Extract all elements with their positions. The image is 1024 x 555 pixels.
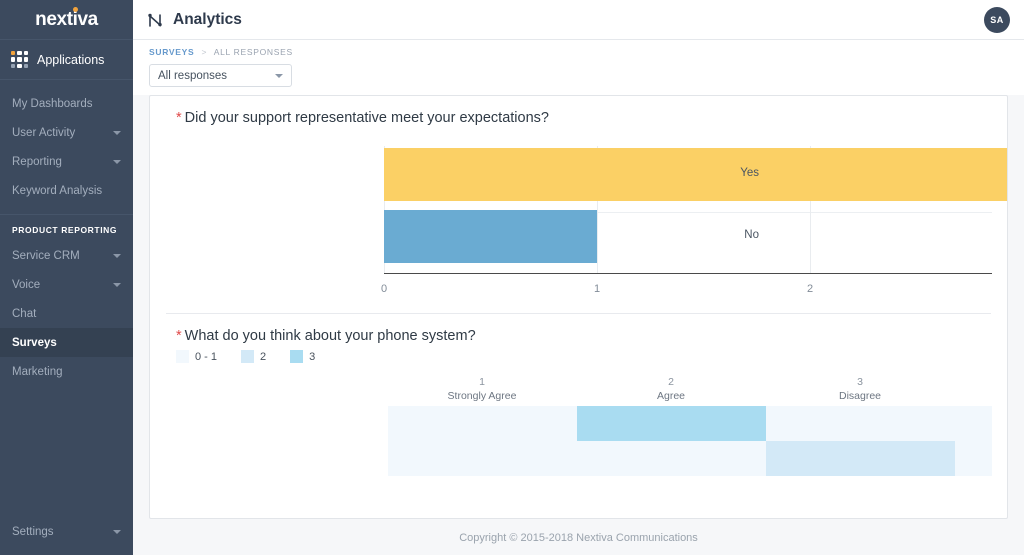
bar-chart-x-axis	[384, 273, 992, 274]
heatmap-legend: 0 - 1 2 3	[150, 350, 1007, 363]
chevron-down-icon	[113, 130, 121, 135]
top-bar: Analytics SA	[133, 0, 1024, 40]
bar-chart-xtick-1: 1	[593, 283, 601, 295]
sidebar-item-voice[interactable]: Voice	[0, 270, 133, 299]
primary-nav: My Dashboards User Activity Reporting Ke…	[0, 89, 133, 205]
sidebar-item-reporting[interactable]: Reporting	[0, 147, 133, 176]
heatmap-col-label: Strongly Agree	[447, 390, 517, 403]
content-area: * Did your support representative meet yo…	[133, 95, 1024, 544]
survey-results-card: * Did your support representative meet yo…	[149, 95, 1008, 519]
bar-chart-ytick-yes: Yes	[740, 167, 759, 179]
heatmap-cell-hate-it-disagree[interactable]	[766, 441, 955, 476]
sidebar-item-chat[interactable]: Chat	[0, 299, 133, 328]
applications-launcher[interactable]: Applications	[0, 40, 133, 80]
bar-chart-plot	[384, 146, 1007, 273]
sidebar-item-label: Reporting	[12, 155, 62, 168]
required-asterisk: *	[176, 328, 182, 344]
legend-swatch-icon	[241, 350, 255, 363]
sidebar-item-label: My Dashboards	[12, 97, 93, 110]
sidebar-item-label: Service CRM	[12, 249, 80, 262]
sidebar-item-surveys[interactable]: Surveys	[0, 328, 133, 357]
question-1-title: * Did your support representative meet yo…	[150, 96, 1007, 126]
sidebar-item-label: Chat	[12, 307, 37, 320]
chevron-down-icon	[113, 282, 121, 287]
product-nav: Service CRM Voice Chat Surveys Marketing	[0, 241, 133, 386]
heatmap-col-num: 3	[857, 376, 863, 388]
heatmap-body: 1 Strongly Agree 2 Agree 3 Disagree 4	[150, 375, 1007, 481]
heatmap-col-label: Agree	[656, 390, 686, 403]
sidebar-item-label: Marketing	[12, 365, 63, 378]
bar-yes[interactable]	[384, 148, 1007, 201]
sidebar-item-keyword-analysis[interactable]: Keyword Analysis	[0, 176, 133, 205]
legend-label: 0 - 1	[195, 350, 218, 363]
heatmap-grid	[388, 406, 992, 476]
question-2-title: * What do you think about your phone syst…	[150, 314, 1007, 344]
app-root: nextiva Applications My Dashboards User …	[0, 0, 1024, 555]
required-asterisk: *	[176, 110, 182, 126]
sidebar-item-user-activity[interactable]: User Activity	[0, 118, 133, 147]
responses-filter-dropdown[interactable]: All responses	[149, 64, 292, 87]
breadcrumb-separator: >	[201, 47, 208, 57]
sidebar-section-product-reporting: PRODUCT REPORTING	[0, 214, 133, 241]
sidebar-item-marketing[interactable]: Marketing	[0, 357, 133, 386]
question-2-text: What do you think about your phone syste…	[184, 328, 476, 344]
legend-item-3[interactable]: 3	[290, 350, 315, 363]
applications-label: Applications	[37, 52, 105, 67]
breadcrumb-root-link[interactable]: SURVEYS	[149, 47, 194, 57]
heatmap-col-num: 2	[668, 376, 674, 388]
heatmap-col-1: 1 Strongly Agree	[448, 375, 517, 403]
bar-chart-question-1: Yes No 0 1 2 3	[150, 138, 1007, 313]
breadcrumb-current: ALL RESPONSES	[213, 47, 293, 57]
heatmap-question-2: 0 - 1 2 3 1 Strongly Agree 2 Agree 3 Dis…	[150, 350, 1007, 481]
app-grid-icon	[11, 51, 28, 68]
bar-chart-xtick-0: 0	[380, 283, 388, 295]
bar-chart-xtick-2: 2	[806, 283, 814, 295]
legend-swatch-icon	[176, 350, 189, 363]
legend-label: 2	[260, 350, 267, 363]
sidebar-item-my-dashboards[interactable]: My Dashboards	[0, 89, 133, 118]
bar-no[interactable]	[384, 210, 597, 263]
legend-swatch-icon	[290, 350, 304, 363]
legend-item-0-1[interactable]: 0 - 1	[176, 350, 217, 363]
logo-text: nextiva	[35, 9, 98, 30]
responses-filter-value: All responses	[158, 69, 228, 82]
heatmap-cell-love-it-agree[interactable]	[577, 406, 766, 441]
sidebar-item-service-crm[interactable]: Service CRM	[0, 241, 133, 270]
sidebar-item-settings[interactable]: Settings	[0, 517, 133, 546]
bar-chart-ytick-no: No	[744, 229, 759, 241]
chevron-down-icon	[113, 253, 121, 258]
sidebar: nextiva Applications My Dashboards User …	[0, 0, 133, 555]
footer-copyright: Copyright © 2015-2018 Nextiva Communicat…	[459, 532, 698, 544]
legend-item-2[interactable]: 2	[241, 350, 266, 363]
question-1-text: Did your support representative meet you…	[184, 110, 549, 126]
brand-logo[interactable]: nextiva	[0, 0, 133, 40]
breadcrumb: SURVEYS > ALL RESPONSES	[149, 47, 1008, 57]
sidebar-item-label: Keyword Analysis	[12, 184, 103, 197]
heatmap-col-3: 3 Disagree	[839, 375, 881, 403]
avatar[interactable]: SA	[984, 7, 1010, 33]
legend-label: 3	[309, 350, 316, 363]
sidebar-item-label: Settings	[12, 525, 54, 538]
sidebar-item-label: Voice	[12, 278, 41, 291]
analytics-chart-icon	[148, 13, 162, 27]
heatmap-col-2: 2 Agree	[657, 375, 685, 403]
heatmap-col-label: Disagree	[838, 390, 882, 403]
sub-bar: SURVEYS > ALL RESPONSES All responses 1 …	[133, 40, 1024, 117]
heatmap-col-num: 1	[479, 376, 485, 388]
chevron-down-icon	[275, 73, 283, 78]
sidebar-item-label: Surveys	[12, 336, 57, 349]
page-title: Analytics	[173, 10, 242, 28]
sidebar-item-label: User Activity	[12, 126, 76, 139]
chevron-down-icon	[113, 529, 121, 534]
chevron-down-icon	[113, 159, 121, 164]
main-area: Analytics SA SURVEYS > ALL RESPONSES All…	[133, 0, 1024, 555]
